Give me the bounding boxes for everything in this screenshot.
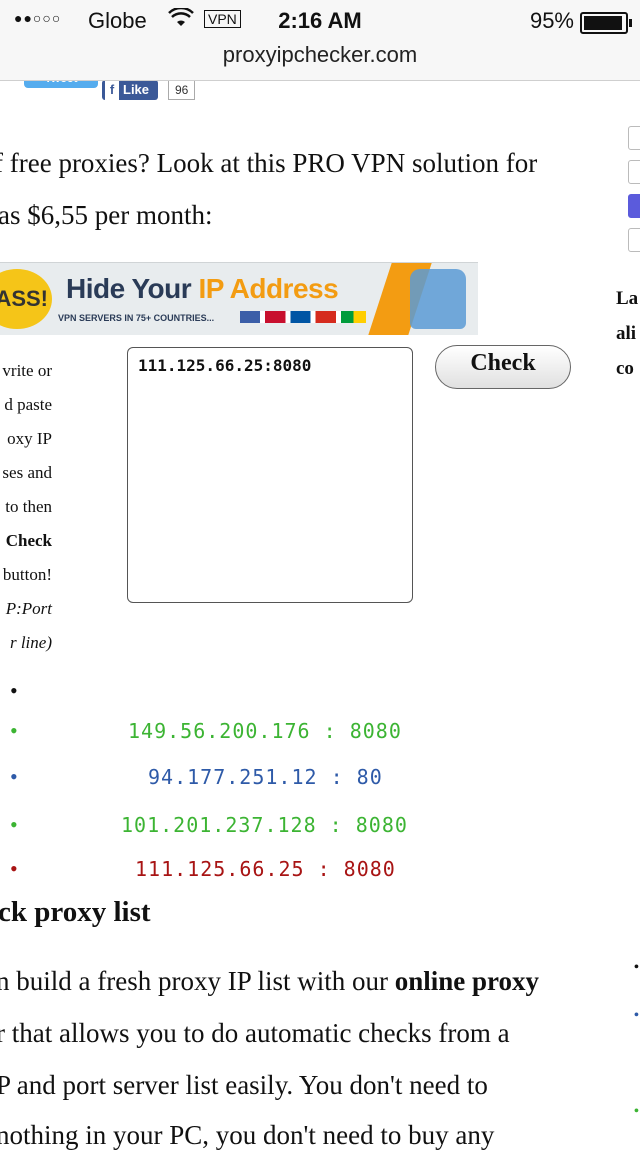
instruction-line: to then [5, 497, 52, 516]
para-text: n build a fresh proxy IP list with our [0, 966, 395, 996]
promo-text-line-2: as $6,55 per month: [0, 200, 213, 230]
sidebar-button[interactable] [628, 160, 640, 184]
proxy-result-item[interactable]: 149.56.200.176 : 8080 [128, 719, 402, 743]
result-bullet: • [10, 856, 18, 881]
result-bullet: • [10, 678, 18, 703]
like-label: Like [123, 82, 150, 97]
sidebar-bullet: • [634, 1008, 639, 1023]
sidebar-button[interactable] [628, 126, 640, 150]
section-paragraph-line: n build a fresh proxy IP list with our o… [0, 966, 596, 997]
country-flags-icon [240, 311, 366, 323]
sidebar-button-active[interactable] [628, 194, 640, 218]
proxy-ip: 94.177.251.12 [148, 765, 318, 789]
like-count: 96 [168, 80, 196, 100]
section-paragraph-line: r that allows you to do automatic checks… [0, 1018, 510, 1048]
banner-headline-accent: IP Address [198, 273, 339, 304]
section-paragraph-line: P and port server list easily. You don't… [0, 1070, 488, 1100]
instruction-line: r line) [9, 633, 52, 652]
instruction-line: button! [2, 565, 52, 584]
instruction-line: oxy IP [7, 429, 52, 448]
vpn-ad-banner[interactable]: ASS! Hide Your IP Address VPN SERVERS IN… [0, 262, 478, 335]
proxy-ip: 149.56.200.176 [128, 719, 311, 743]
instruction-line: d paste [4, 395, 52, 414]
banner-badge: ASS! [0, 269, 52, 329]
instruction-line: vrite or [2, 361, 52, 380]
instruction-line: ses and [2, 463, 52, 482]
instruction-line: P:Port [5, 599, 52, 618]
battery-percent: 95% [529, 8, 574, 33]
proxy-result-item[interactable]: 101.201.237.128 : 8080 [121, 813, 408, 837]
proxy-port: 80 [356, 765, 383, 789]
proxy-ip: 111.125.66.25 [135, 857, 305, 881]
battery-icon [580, 12, 632, 34]
proxy-result-item[interactable]: 111.125.66.25 : 8080 [135, 857, 396, 881]
mascot-icon [410, 269, 466, 329]
sidebar-bullet: • [634, 1104, 639, 1119]
sidebar-bullet: • [634, 960, 639, 975]
proxy-port: 8080 [355, 813, 408, 837]
address-bar-url[interactable]: proxyipchecker.com [0, 42, 640, 68]
result-bullet: • [10, 718, 18, 743]
banner-headline: Hide Your IP Address [66, 273, 339, 305]
check-proxy-button[interactable]: Check Proxy! [435, 345, 571, 389]
instruction-line: Check [5, 531, 52, 550]
result-bullet: • [10, 764, 18, 789]
promo-text-line-1: f free proxies? Look at this PRO VPN sol… [0, 148, 538, 178]
sidebar-text: ali [616, 323, 637, 344]
result-bullet: • [10, 812, 18, 837]
proxy-result-item[interactable]: 94.177.251.12 : 80 [148, 765, 383, 789]
proxy-port: 8080 [343, 857, 396, 881]
section-heading: ck proxy list [0, 896, 151, 928]
banner-subline: VPN SERVERS IN 75+ COUNTRIES... [58, 313, 215, 323]
proxy-list-input[interactable]: 111.125.66.25:8080 [127, 347, 413, 603]
banner-headline-prefix: Hide Your [66, 273, 199, 304]
sidebar-button[interactable] [628, 228, 640, 252]
facebook-icon: f [105, 80, 119, 100]
proxy-ip: 101.201.237.128 [121, 813, 317, 837]
sidebar-text: co [616, 358, 634, 379]
proxy-port: 8080 [349, 719, 402, 743]
status-bar: ●●○○○ Globe VPN 2:16 AM 95% proxyipcheck… [0, 0, 640, 81]
para-bold-text: online proxy [394, 966, 539, 996]
sidebar-text: La [616, 288, 639, 309]
facebook-like-button[interactable]: f Like [102, 80, 158, 100]
